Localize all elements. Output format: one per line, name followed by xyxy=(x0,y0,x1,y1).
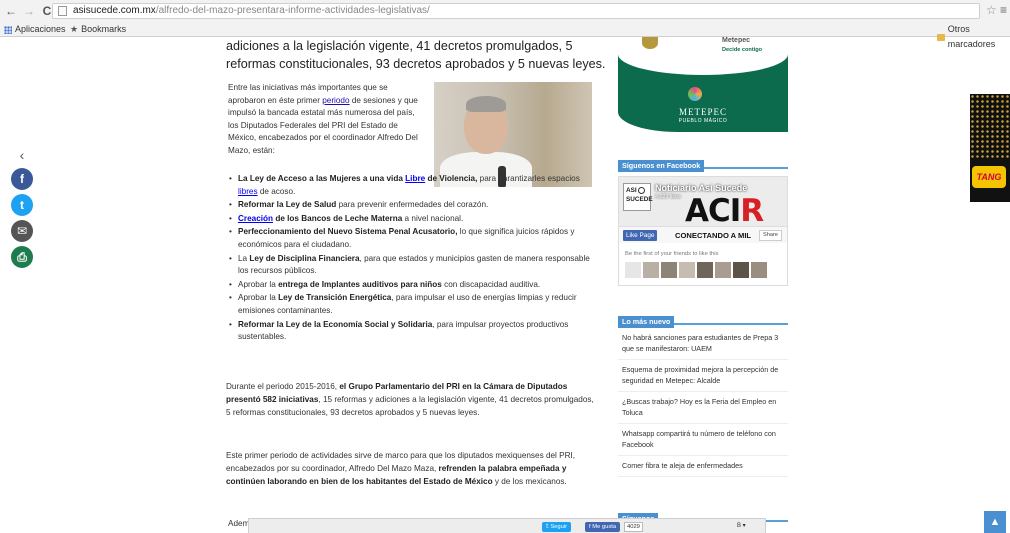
tang-ad[interactable]: TANG xyxy=(970,94,1010,202)
facebook-share-icon[interactable]: f xyxy=(11,168,33,190)
address-bar[interactable]: asisucede.com.mx/alfredo-del-mazo-presen… xyxy=(52,3,980,19)
url-host: asisucede.com.mx xyxy=(73,5,156,16)
news-item[interactable]: Whatsapp compartirá tu número de teléfon… xyxy=(618,424,788,456)
article-paragraph-1: Durante el periodo 2015-2016, el Grupo P… xyxy=(226,382,594,417)
menu-icon[interactable]: ≡ xyxy=(1000,3,1007,17)
facebook-page-widget: ACIR ASI SUCEDE Noticiario Así Sucede 4,… xyxy=(618,176,788,286)
bookmark-star-icon[interactable]: ☆ xyxy=(986,3,997,17)
bookmark-apps[interactable]: Aplicaciones xyxy=(4,22,66,37)
fb-banner-text: ACIR xyxy=(685,193,764,229)
avatar[interactable] xyxy=(643,262,659,278)
news-item[interactable]: Comer fibra te aleja de enfermedades xyxy=(618,456,788,477)
metepec-logo-icon xyxy=(688,87,702,101)
periodo-link[interactable]: periodo xyxy=(322,96,349,105)
avatar[interactable] xyxy=(661,262,677,278)
fb-cover: ACIR ASI SUCEDE Noticiario Así Sucede 4,… xyxy=(619,177,787,243)
article-lead: adiciones a la legislación vigente, 41 d… xyxy=(226,39,606,71)
ad-subtitle: PUEBLO MÁGICO xyxy=(678,118,728,124)
libres-link[interactable]: libres xyxy=(238,187,258,196)
fb-likes-count: 4,029 likes xyxy=(655,194,681,200)
tang-logo: TANG xyxy=(972,166,1006,188)
news-item[interactable]: Esquema de proximidad mejora la percepci… xyxy=(618,360,788,392)
ad-tagline: Decide contigo xyxy=(722,47,763,53)
bookmark-bookmarks-label: Bookmarks xyxy=(81,24,127,34)
latest-news-list: No habrá sanciones para estudiantes de P… xyxy=(618,328,788,477)
chevron-left-icon[interactable]: ‹ xyxy=(9,148,35,164)
url-path: /alfredo-del-mazo-presentara-informe-act… xyxy=(155,5,430,16)
article-paragraph-2: Este primer periodo de actividades sirve… xyxy=(226,451,576,486)
avatar[interactable] xyxy=(697,262,713,278)
avatar[interactable] xyxy=(679,262,695,278)
initiatives-list: La Ley de Acceso a las Mujeres a una vid… xyxy=(228,173,598,345)
fb-banner-slogan: CONECTANDO A MIL xyxy=(675,231,752,240)
news-section-heading: Lo más nuevo xyxy=(618,311,788,328)
bookmark-other-label: Otros marcadores xyxy=(947,24,996,49)
bookmark-other[interactable]: Otros marcadores xyxy=(937,22,1010,52)
apps-icon xyxy=(4,25,12,34)
scroll-to-top-button[interactable]: ▲ xyxy=(984,511,1006,533)
metepec-ad[interactable]: Metepec Decide contigo METEPEC PUEBLO MÁ… xyxy=(618,37,788,132)
bookmarks-bar: Aplicaciones ★ Bookmarks Otros marcadore… xyxy=(0,22,1010,49)
twitter-follow-button[interactable]: 𝕥 Seguir xyxy=(542,522,572,532)
avatar[interactable] xyxy=(715,262,731,278)
libre-link[interactable]: Libre xyxy=(405,174,425,183)
page-icon xyxy=(58,6,67,16)
facebook-like-button[interactable]: f Me gusta xyxy=(585,522,621,532)
bookmark-apps-label: Aplicaciones xyxy=(15,24,66,34)
fb-share-button[interactable]: Share xyxy=(759,230,782,241)
list-item: Aprobar la entrega de Implantes auditivo… xyxy=(228,279,598,292)
article-truncated-text: Adem xyxy=(228,519,250,528)
email-share-icon[interactable]: ✉ xyxy=(11,220,33,242)
list-item: La Ley de Disciplina Financiera, para qu… xyxy=(228,253,598,278)
fb-friend-faces xyxy=(625,262,767,278)
article-intro: Entre las iniciativas más importantes qu… xyxy=(228,82,424,158)
fb-like-page-button[interactable]: Like Page xyxy=(623,230,658,241)
list-item: La Ley de Acceso a las Mujeres a una vid… xyxy=(228,173,598,198)
avatar[interactable] xyxy=(625,262,641,278)
list-item: Aprobar la Ley de Transición Energética,… xyxy=(228,292,598,317)
more-options-button[interactable]: B ▾ xyxy=(737,522,746,529)
browser-chrome: ← → C asisucede.com.mx/alfredo-del-mazo-… xyxy=(0,0,1010,49)
avatar[interactable] xyxy=(751,262,767,278)
fb-avatar[interactable]: ASI SUCEDE xyxy=(623,183,653,211)
fb-friends-text: Be the first of your friends to like thi… xyxy=(625,251,719,257)
list-item: Creación de los Bancos de Leche Materna … xyxy=(228,213,598,226)
list-item: Perfeccionamiento del Nuevo Sistema Pena… xyxy=(228,226,598,251)
seal-icon xyxy=(642,37,658,49)
news-item[interactable]: ¿Buscas trabajo? Hoy es la Feria del Emp… xyxy=(618,392,788,424)
forward-icon[interactable]: → xyxy=(22,4,36,18)
avatar[interactable] xyxy=(733,262,749,278)
back-icon[interactable]: ← xyxy=(4,4,18,18)
news-item[interactable]: No habrá sanciones para estudiantes de P… xyxy=(618,328,788,360)
share-sidebar: ‹ f t ✉ ⎙ xyxy=(9,148,35,268)
ad-top-label: Metepec xyxy=(722,37,751,44)
creacion-link[interactable]: Creación xyxy=(238,214,273,223)
twitter-share-icon[interactable]: t xyxy=(11,194,33,216)
list-item: Reformar la Ley de la Economía Social y … xyxy=(228,319,598,344)
bookmark-bookmarks[interactable]: ★ Bookmarks xyxy=(70,22,126,37)
like-count: 4029 xyxy=(624,522,643,532)
list-item: Reformar la Ley de Salud para prevenir e… xyxy=(228,199,598,212)
chevron-up-icon: ▲ xyxy=(989,516,1001,528)
bottom-share-bar: 𝕥 Seguir f Me gusta 4029 B ▾ xyxy=(248,518,766,533)
ad-name: METEPEC xyxy=(678,107,727,117)
folder-icon xyxy=(937,33,945,41)
facebook-section-heading: Síguenos en Facebook xyxy=(618,155,788,172)
print-icon[interactable]: ⎙ xyxy=(11,246,33,268)
star-icon: ★ xyxy=(70,24,79,34)
fb-page-name[interactable]: Noticiario Así Sucede xyxy=(655,183,747,193)
article-photo xyxy=(434,82,592,187)
